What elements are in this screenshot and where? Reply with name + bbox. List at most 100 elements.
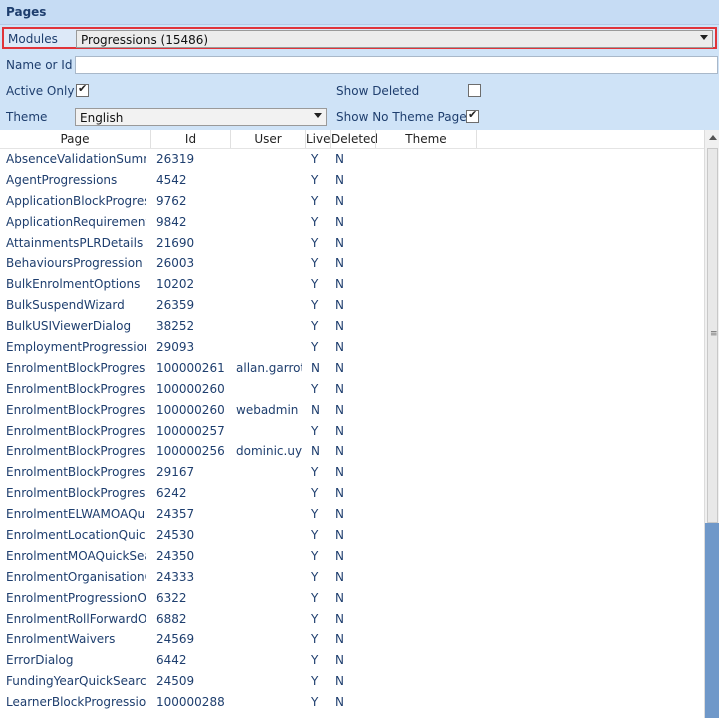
scrollbar-thumb[interactable]: ≡: [707, 148, 718, 523]
modules-dropdown[interactable]: Progressions (15486): [76, 30, 713, 48]
table-row[interactable]: EnrolmentBlockProgressio 1000002601 webadm…: [0, 400, 704, 421]
table-row[interactable]: EmploymentProgressions 29093 Y N: [0, 337, 704, 358]
cell-page: LearnerBlockProgressions: [6, 695, 146, 710]
table-row[interactable]: EnrolmentRollForwardOpt 6882 Y N: [0, 609, 704, 630]
active-only-checkbox[interactable]: ✔: [76, 82, 89, 97]
cell-deleted: N: [335, 319, 344, 334]
table-row[interactable]: EnrolmentWaivers 24569 Y N: [0, 629, 704, 650]
cell-page: EnrolmentBlockProgressio: [6, 423, 146, 438]
table-row[interactable]: ApplicationRequirementsC 9842 Y N: [0, 212, 704, 233]
cell-deleted: N: [335, 653, 344, 668]
cell-deleted: N: [335, 590, 344, 605]
cell-page: EnrolmentBlockProgressio: [6, 381, 146, 396]
cell-id: 24357: [156, 507, 195, 522]
column-header-id[interactable]: Id: [151, 132, 230, 146]
show-no-theme-checkbox[interactable]: ✔: [466, 108, 479, 123]
table-row[interactable]: FundingYearQuickSearch 24509 Y N: [0, 671, 704, 692]
cell-id: 26319: [156, 152, 195, 166]
cell-deleted: N: [335, 695, 344, 710]
cell-live: Y: [311, 277, 319, 292]
cell-id: 1000002609: [156, 381, 224, 396]
cell-page: EnrolmentBlockProgressio: [6, 402, 146, 417]
table-row[interactable]: EnrolmentBlockProgressio 6242 Y N: [0, 483, 704, 504]
modules-value: Progressions (15486): [81, 33, 209, 47]
cell-deleted: N: [335, 193, 344, 208]
column-header-live[interactable]: Live: [306, 132, 331, 146]
cell-page: AgentProgressions: [6, 172, 118, 187]
cell-id: 1000002564: [156, 444, 224, 459]
grip-icon: ≡: [710, 329, 718, 339]
cell-live: Y: [311, 340, 319, 355]
cell-deleted: N: [335, 486, 344, 501]
scrollbar-track[interactable]: [705, 523, 719, 718]
cell-page: FundingYearQuickSearch: [6, 674, 146, 689]
cell-user: dominic.uy: [236, 444, 302, 459]
cell-live: Y: [311, 256, 319, 271]
cell-live: N: [311, 444, 320, 459]
table-row[interactable]: ApplicationBlockProgressi 9762 Y N: [0, 191, 704, 212]
cell-deleted: N: [335, 674, 344, 689]
modules-label: Modules: [8, 32, 58, 46]
cell-deleted: N: [335, 611, 344, 626]
table-row[interactable]: BulkEnrolmentOptions 10202 Y N: [0, 274, 704, 295]
cell-deleted: N: [335, 235, 344, 250]
table-row[interactable]: AgentProgressions 4542 Y N: [0, 170, 704, 191]
column-header-theme[interactable]: Theme: [376, 132, 476, 146]
cell-live: Y: [311, 674, 319, 689]
cell-id: 1000002614: [156, 360, 224, 375]
cell-live: Y: [311, 152, 319, 166]
cell-deleted: N: [335, 548, 344, 563]
cell-page: EnrolmentProgressionOpt: [6, 590, 146, 605]
cell-live: Y: [311, 569, 319, 584]
table-row[interactable]: EnrolmentBlockProgressio 1000002573 Y N: [0, 421, 704, 442]
cell-deleted: N: [335, 256, 344, 271]
table-row[interactable]: BulkUSIViewerDialog 38252 Y N: [0, 316, 704, 337]
cell-deleted: N: [335, 528, 344, 543]
table-row[interactable]: BulkSuspendWizard 26359 Y N: [0, 295, 704, 316]
show-deleted-checkbox[interactable]: [468, 84, 481, 97]
theme-dropdown[interactable]: English: [75, 108, 327, 126]
active-only-label: Active Only: [6, 84, 75, 98]
table-row[interactable]: EnrolmentMOAQuickSearc 24350 Y N: [0, 546, 704, 567]
cell-live: Y: [311, 548, 319, 563]
column-divider[interactable]: [476, 130, 477, 148]
check-icon: ✔: [468, 108, 478, 121]
table-row[interactable]: EnrolmentELWAMOAQuicl 24357 Y N: [0, 504, 704, 525]
cell-deleted: N: [335, 152, 344, 166]
table-row[interactable]: EnrolmentOrganisationQu 24333 Y N: [0, 567, 704, 588]
column-header-page[interactable]: Page: [0, 132, 150, 146]
table-row[interactable]: EnrolmentBlockProgressio 29167 Y N: [0, 462, 704, 483]
table-row[interactable]: EnrolmentBlockProgressio 1000002614 allan.…: [0, 358, 704, 379]
column-header-user[interactable]: User: [231, 132, 305, 146]
cell-id: 26003: [156, 256, 195, 271]
cell-deleted: N: [335, 632, 344, 647]
arrow-up-icon[interactable]: [709, 135, 717, 140]
name-or-id-input[interactable]: [75, 56, 718, 74]
window-titlebar: Pages: [0, 0, 719, 25]
table-row[interactable]: EnrolmentBlockProgressio 1000002609 Y N: [0, 379, 704, 400]
table-row[interactable]: LearnerBlockProgressions 1000002885 Y N: [0, 692, 704, 713]
cell-live: Y: [311, 653, 319, 668]
cell-live: N: [311, 402, 320, 417]
vertical-scrollbar[interactable]: ≡: [704, 130, 719, 718]
name-or-id-label: Name or Id: [6, 58, 73, 72]
cell-page: ApplicationBlockProgressi: [6, 193, 146, 208]
cell-id: 24530: [156, 528, 195, 543]
table-row[interactable]: AbsenceValidationSumma 26319 Y N: [0, 149, 704, 170]
table-row[interactable]: EnrolmentBlockProgressio 1000002564 domini…: [0, 441, 704, 462]
table-row[interactable]: BehavioursProgression 26003 Y N: [0, 253, 704, 274]
column-header-deleted[interactable]: Deleted: [331, 132, 378, 146]
cell-id: 9842: [156, 214, 187, 229]
chevron-down-icon: [700, 35, 708, 40]
table-row[interactable]: AttainmentsPLRDetails 21690 Y N: [0, 233, 704, 254]
cell-live: Y: [311, 319, 319, 334]
cell-page: EnrolmentELWAMOAQuicl: [6, 507, 146, 522]
cell-id: 24333: [156, 569, 195, 584]
table-row[interactable]: EnrolmentProgressionOpt 6322 Y N: [0, 588, 704, 609]
cell-id: 6442: [156, 653, 187, 668]
cell-live: Y: [311, 193, 319, 208]
table-row[interactable]: ErrorDialog 6442 Y N: [0, 650, 704, 671]
table-row[interactable]: EnrolmentLocationQuickSe 24530 Y N: [0, 525, 704, 546]
cell-deleted: N: [335, 214, 344, 229]
cell-page: ApplicationRequirementsC: [6, 214, 146, 229]
